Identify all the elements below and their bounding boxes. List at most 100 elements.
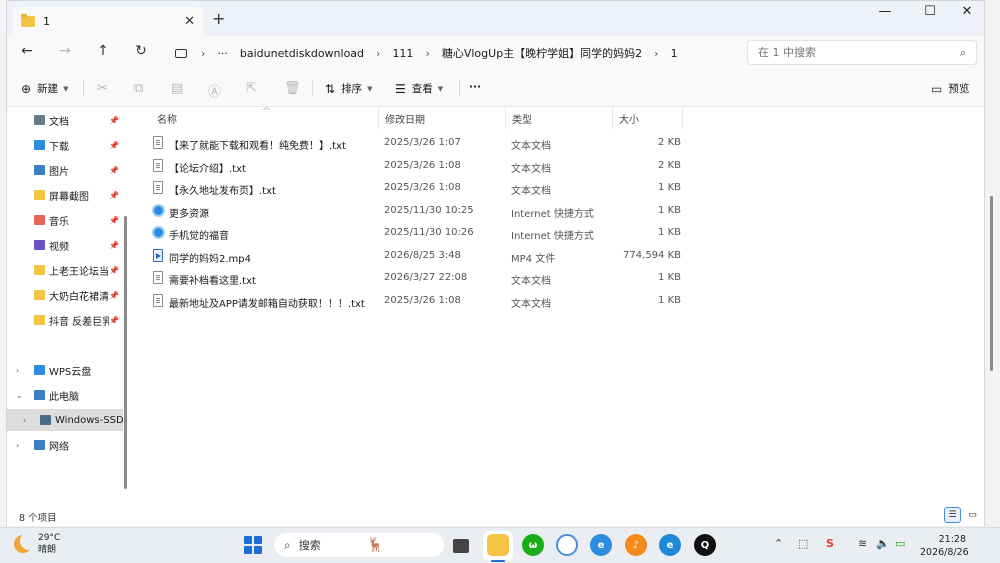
sidebar-tree-item[interactable]: › 网络: [7, 434, 123, 456]
breadcrumb-baidunetdiskdownload[interactable]: baidunetdiskdownload: [240, 47, 364, 60]
sort-icon: ⇅: [325, 81, 336, 96]
search-input[interactable]: [758, 46, 960, 59]
clock-date: 2026/8/26: [920, 547, 969, 558]
volume-muted-icon[interactable]: 🔈: [876, 537, 890, 550]
column-header-size[interactable]: 大小: [613, 107, 683, 129]
sidebar-item[interactable]: 图片 📌: [7, 159, 123, 181]
breadcrumb-current[interactable]: 1: [671, 47, 678, 60]
qq-icon[interactable]: Q: [694, 534, 716, 556]
sort-button[interactable]: ⇅ 排序 ▼: [325, 81, 372, 96]
file-row[interactable]: 【永久地址发布页】.txt 2025/3/26 1:08 文本文档 1 KB: [151, 177, 691, 199]
folder-icon: [21, 14, 35, 27]
back-button[interactable]: ←: [17, 43, 37, 59]
preview-button[interactable]: ▭ 预览: [931, 81, 969, 96]
wechat-icon[interactable]: ω: [522, 534, 544, 556]
sidebar-item[interactable]: 视频 📌: [7, 234, 123, 256]
weather-widget[interactable]: 29°C 晴朗: [14, 532, 60, 556]
baidu-netdisk-icon[interactable]: [556, 534, 578, 556]
more-options-button[interactable]: ···: [469, 81, 481, 93]
divider: [459, 80, 460, 97]
delete-icon[interactable]: 🗑: [284, 81, 301, 96]
sidebar-item[interactable]: 下载 📌: [7, 134, 123, 156]
breadcrumb-more[interactable]: ···: [217, 47, 228, 60]
tab-1[interactable]: 1 ✕: [13, 7, 203, 36]
close-tab-icon[interactable]: ✕: [184, 14, 195, 29]
browser-icon[interactable]: e: [590, 534, 612, 556]
expander-icon[interactable]: ⌄: [16, 391, 23, 400]
share-icon[interactable]: ⇱: [246, 81, 257, 96]
sidebar-item[interactable]: 音乐 📌: [7, 209, 123, 231]
file-list-scrollbar[interactable]: [990, 196, 993, 371]
text-file-icon: [153, 293, 163, 307]
refresh-button[interactable]: ↻: [131, 43, 151, 59]
tiles-view-icon[interactable]: ▭: [964, 507, 981, 523]
sidebar-item[interactable]: 上老王论坛当 📌: [7, 259, 123, 281]
forward-button[interactable]: →: [55, 43, 75, 59]
file-row[interactable]: 【论坛介绍】.txt 2025/3/26 1:08 文本文档 2 KB: [151, 155, 691, 177]
file-row[interactable]: 【来了就能下载和观看！纯免费！】.txt 2025/3/26 1:07 文本文档 2 …: [151, 132, 691, 154]
sidebar-item-label: 抖音 反差巨乳: [49, 316, 110, 328]
task-view-icon[interactable]: [453, 539, 469, 553]
sidebar-item[interactable]: 抖音 反差巨乳 📌: [7, 309, 123, 331]
edge-icon[interactable]: e: [659, 534, 681, 556]
copy-icon[interactable]: ⧉: [134, 81, 143, 96]
taskbar-search[interactable]: ⌕ 搜索 🦌: [274, 533, 444, 557]
file-row[interactable]: 手机觉的福音 2025/11/30 10:26 Internet 快捷方式 1 KB: [151, 222, 691, 244]
search-box[interactable]: ⌕: [747, 40, 977, 65]
sidebar-tree-item[interactable]: › WPS云盘: [7, 359, 123, 381]
file-row[interactable]: 需要补档看这里.txt 2026/3/27 22:08 文本文档 1 KB: [151, 267, 691, 289]
details-view-icon[interactable]: ☰: [944, 507, 961, 523]
column-header-date[interactable]: 修改日期: [379, 107, 506, 129]
sidebar-item[interactable]: 大奶白花裙清 📌: [7, 284, 123, 306]
address-bar[interactable]: › ··· baidunetdiskdownload › 111 › 糖心Vlo…: [167, 41, 742, 65]
battery-icon[interactable]: ▭: [895, 537, 905, 550]
search-icon: ⌕: [284, 537, 291, 552]
file-row[interactable]: 更多资源 2025/11/30 10:25 Internet 快捷方式 1 KB: [151, 200, 691, 222]
taskbar-search-label: 搜索: [298, 539, 321, 552]
sidebar-item[interactable]: 文档 📌: [7, 109, 123, 131]
chevron-up-icon[interactable]: ⌃: [774, 537, 783, 550]
file-row[interactable]: 同学的妈妈2.mp4 2026/8/25 3:48 MP4 文件 774,594 KB: [151, 245, 691, 267]
new-tab-button[interactable]: +: [212, 9, 225, 28]
sidebar-scrollbar[interactable]: [124, 216, 127, 489]
file-row[interactable]: 最新地址及APP请发邮箱自动获取！！！.txt 2025/3/26 1:08 文本文…: [151, 290, 691, 312]
expander-icon[interactable]: ›: [16, 441, 19, 450]
sidebar-item[interactable]: 屏幕截图 📌: [7, 184, 123, 206]
rename-icon[interactable]: Ⓐ: [208, 81, 221, 100]
music-app-icon[interactable]: ♪: [625, 534, 647, 556]
wps-icon[interactable]: S: [826, 537, 834, 550]
file-size: 2 KB: [658, 137, 681, 148]
sidebar-tree-item[interactable]: ⌄ 此电脑: [7, 384, 123, 406]
clock[interactable]: 21:28 2026/8/26: [920, 533, 969, 559]
close-window-button[interactable]: ✕: [952, 4, 982, 19]
ime-icon[interactable]: ⬚: [798, 537, 808, 550]
preview-label: 预览: [948, 83, 970, 95]
expander-icon[interactable]: ›: [23, 416, 26, 425]
preview-pane-icon: ▭: [931, 81, 943, 96]
start-button[interactable]: [244, 536, 262, 554]
file-explorer-icon[interactable]: [487, 534, 509, 556]
cut-icon[interactable]: ✂: [97, 81, 108, 96]
column-header-name[interactable]: 名称: [151, 107, 379, 129]
breadcrumb-folder[interactable]: 糖心VlogUp主【晚柠学姐】同学的妈妈2: [442, 45, 642, 61]
up-button[interactable]: ↑: [93, 43, 113, 59]
pin-icon: 📌: [109, 315, 119, 325]
file-date: 2025/3/26 1:07: [384, 137, 461, 148]
view-button[interactable]: ☰ 查看 ▼: [395, 81, 443, 96]
pin-icon: 📌: [109, 140, 119, 150]
computer-icon: [175, 48, 187, 58]
wifi-icon[interactable]: ≋: [858, 537, 867, 550]
column-header-type[interactable]: 类型: [506, 107, 613, 129]
text-file-icon: [153, 181, 163, 194]
file-type: MP4 文件: [511, 253, 556, 265]
taskbar: 29°C 晴朗 ⌕ 搜索 🦌 ω e ♪ e Q ⌃ ⬚ S ≋ 🔈 ▭ 21:…: [0, 527, 1000, 563]
minimize-button[interactable]: —: [870, 4, 900, 19]
sidebar-tree-item[interactable]: › Windows-SSD: [7, 409, 123, 431]
expander-icon[interactable]: ›: [16, 366, 19, 375]
breadcrumb-111[interactable]: 111: [392, 47, 413, 60]
new-button[interactable]: ⊕ 新建 ▼: [21, 81, 68, 96]
maximize-button[interactable]: ☐: [915, 4, 945, 19]
divider: [312, 80, 313, 97]
breadcrumb-separator: ›: [201, 46, 206, 60]
paste-icon[interactable]: ▤: [171, 81, 183, 96]
